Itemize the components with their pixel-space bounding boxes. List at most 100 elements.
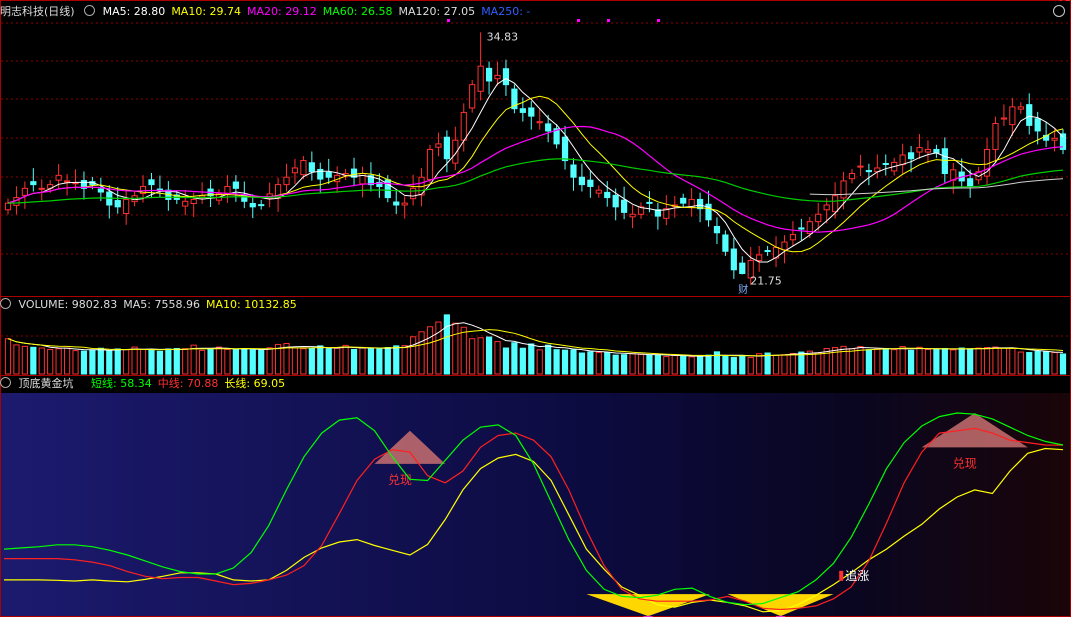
candle-body-59 xyxy=(502,68,510,86)
candle-body-111 xyxy=(941,148,948,175)
header.ma-legend-2: MA20: 29.12 xyxy=(247,5,317,18)
volume-bar-74 xyxy=(629,353,636,375)
volume-bar-103 xyxy=(874,348,881,375)
volume-bar-115 xyxy=(975,347,982,375)
volume-bar-49 xyxy=(418,331,425,375)
volume-bar-81 xyxy=(688,356,695,375)
volume-bar-3 xyxy=(30,346,37,375)
volume-bar-98 xyxy=(832,347,839,375)
volume-bar-117 xyxy=(992,346,999,375)
volume-bar-39 xyxy=(334,347,341,375)
candle-body-108 xyxy=(916,147,923,153)
volume-bar-116 xyxy=(983,347,991,375)
candle-body-99 xyxy=(840,180,847,199)
candle-body-92 xyxy=(781,241,788,251)
volume-bar-37 xyxy=(317,345,324,375)
settings-circle-icon[interactable] xyxy=(84,5,96,16)
candle-body-86 xyxy=(730,248,737,271)
volume-bar-105 xyxy=(891,349,898,375)
candle-body-102 xyxy=(865,170,872,173)
volume-bar-124 xyxy=(1051,352,1058,375)
volume-bar-9 xyxy=(80,350,88,375)
candle-body-13 xyxy=(114,200,121,208)
candle-body-66 xyxy=(561,136,569,162)
candle-body-3 xyxy=(30,181,37,186)
volume-bar-13 xyxy=(114,348,121,375)
candle-body-27 xyxy=(232,181,239,189)
volume-bar-100 xyxy=(848,348,856,375)
candle-body-52 xyxy=(443,136,450,160)
signal-dot-3 xyxy=(607,19,610,22)
candle-body-89 xyxy=(756,254,763,262)
ma20-line xyxy=(7,125,1064,233)
candle-body-98 xyxy=(832,195,839,213)
volume-bar-61 xyxy=(519,347,526,375)
volume-bar-85 xyxy=(722,355,729,375)
volume-bar-51 xyxy=(435,321,442,375)
volume-bar-35 xyxy=(300,348,307,375)
candle-body-119 xyxy=(1009,106,1016,126)
volume-bar-47 xyxy=(401,345,408,375)
volume_header.items-legend-0: VOLUME: 9802.83 xyxy=(18,298,118,311)
bottom-zone-label-0: 底 xyxy=(642,613,653,617)
candle-body-121 xyxy=(1026,104,1033,126)
candle-body-104 xyxy=(882,163,889,166)
candle-body-114 xyxy=(967,178,974,187)
volume-bar-63 xyxy=(536,349,543,375)
candle-body-63 xyxy=(536,121,543,124)
volume-bar-108 xyxy=(916,346,923,375)
candle-body-117 xyxy=(992,123,999,150)
candle-body-118 xyxy=(1000,117,1008,120)
indicator-settings-icon[interactable] xyxy=(0,377,11,388)
volume-bar-104 xyxy=(882,347,889,375)
candle-body-34 xyxy=(291,167,299,174)
volume-bar-99 xyxy=(840,345,847,375)
candle-body-57 xyxy=(485,67,493,82)
volume-bar-88 xyxy=(747,357,754,375)
volume-bar-18 xyxy=(156,350,164,375)
volume-bar-38 xyxy=(325,348,332,375)
volume-bar-25 xyxy=(215,346,223,375)
indicator-header: 顶底黄金坑 短线: 58.34 中线: 70.88 长线: 69.05 xyxy=(0,376,297,392)
price-header: 明志科技(日线) MA5: 28.80 MA10: 29.74 MA20: 29.1… xyxy=(0,4,542,20)
volume-bar-44 xyxy=(376,348,383,375)
candle-body-47 xyxy=(401,202,408,206)
volume-bar-58 xyxy=(494,341,501,375)
volume-bar-91 xyxy=(772,354,780,375)
price-panel-frame xyxy=(0,0,1071,297)
volume-bar-0 xyxy=(4,338,12,375)
volume-bar-120 xyxy=(1017,351,1024,375)
volume-bar-45 xyxy=(384,347,391,375)
volume-bar-78 xyxy=(663,356,670,375)
volume-bar-83 xyxy=(705,354,712,375)
volume-bar-53 xyxy=(452,322,459,375)
indicator_header.items-legend-0: 短线: 58.34 xyxy=(91,377,152,390)
volume-bar-36 xyxy=(308,347,315,375)
top-zone-label-0: 兑现 xyxy=(388,473,412,487)
candle-body-109 xyxy=(924,148,932,153)
bottom-zone-label-1: 底 xyxy=(775,613,786,617)
volume-bar-70 xyxy=(595,352,602,375)
header.ma-legend-3: MA60: 26.58 xyxy=(322,5,393,18)
candle-body-93 xyxy=(789,234,797,241)
volume-bar-23 xyxy=(199,349,206,375)
candle-body-124 xyxy=(1051,137,1058,141)
volume-bar-5 xyxy=(47,348,54,375)
top-zone-label-2: 兑现 xyxy=(1059,0,1071,3)
volume_header.items-legend-1: MA5: 7558.96 xyxy=(123,298,200,311)
candle-body-90 xyxy=(764,250,771,253)
candle-body-55 xyxy=(469,84,476,109)
candle-body-51 xyxy=(435,143,442,148)
volume-bar-111 xyxy=(941,347,948,375)
volume-settings-icon[interactable] xyxy=(0,298,11,309)
indicator_header.items-legend-1: 中线: 70.88 xyxy=(157,377,219,390)
volume-bar-12 xyxy=(106,350,113,375)
indicator-legend: 短线: 58.34 中线: 70.88 长线: 69.05 xyxy=(91,377,291,390)
candle-body-122 xyxy=(1034,118,1041,132)
candle-body-97 xyxy=(823,204,830,211)
candle-body-58 xyxy=(494,74,501,80)
volume-bar-2 xyxy=(21,345,28,375)
stock-title: 明志科技(日线) xyxy=(0,5,75,18)
volume-bar-1 xyxy=(13,344,20,375)
window-close-icon[interactable] xyxy=(1053,5,1065,17)
